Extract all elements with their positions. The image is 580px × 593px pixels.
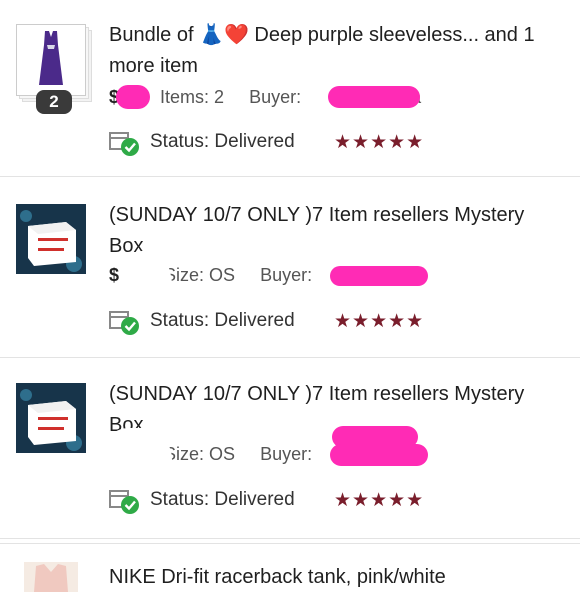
rating-stars: ★★★★★ bbox=[334, 132, 425, 153]
delivered-box-check-icon bbox=[108, 129, 142, 163]
redaction-mark bbox=[116, 85, 150, 109]
size-value: Size: OS bbox=[164, 444, 236, 464]
buyer-label: Buyer: bbox=[249, 87, 302, 107]
item-thumbnail-stack[interactable]: 2 bbox=[16, 24, 92, 114]
items-count: Items: 2 bbox=[160, 87, 225, 107]
tank-top-thumbnail-icon[interactable] bbox=[24, 562, 78, 592]
buyer-label: Buyer: bbox=[260, 265, 313, 285]
item-count-badge: 2 bbox=[36, 90, 72, 114]
status-text: Status: Delivered bbox=[150, 131, 295, 152]
redaction-mark bbox=[330, 266, 428, 286]
order-title[interactable]: (SUNDAY 10/7 ONLY )7 Item resellers Myst… bbox=[109, 379, 549, 441]
order-title[interactable]: NIKE Dri-fit racerback tank, pink/white bbox=[109, 562, 549, 593]
order-card[interactable]: (SUNDAY 10/7 ONLY )7 Item resellers Myst… bbox=[0, 362, 580, 539]
mystery-box-thumbnail-icon[interactable] bbox=[16, 204, 86, 274]
redaction-mark bbox=[330, 444, 428, 466]
buyer-label: Buyer: bbox=[260, 444, 313, 464]
delivered-box-check-icon bbox=[108, 487, 142, 521]
rating-stars: ★★★★★ bbox=[334, 490, 425, 511]
status-text: Status: Delivered bbox=[150, 310, 295, 331]
redaction-mark bbox=[328, 86, 420, 108]
order-title[interactable]: (SUNDAY 10/7 ONLY )7 Item resellers Myst… bbox=[109, 200, 549, 262]
price-value: $ bbox=[109, 265, 120, 285]
dress-thumbnail-icon bbox=[16, 24, 86, 96]
order-card[interactable]: (SUNDAY 10/7 ONLY )7 Item resellers Myst… bbox=[0, 181, 580, 358]
size-value: Size: OS bbox=[164, 265, 236, 285]
status-text: Status: Delivered bbox=[150, 489, 295, 510]
order-card[interactable]: 2 Bundle of 👗❤️ Deep purple sleeveless..… bbox=[0, 0, 580, 177]
rating-stars: ★★★★★ bbox=[334, 311, 425, 332]
delivered-box-check-icon bbox=[108, 308, 142, 342]
mystery-box-thumbnail-icon[interactable] bbox=[16, 383, 86, 453]
order-card[interactable]: NIKE Dri-fit racerback tank, pink/white bbox=[0, 543, 580, 592]
order-title[interactable]: Bundle of 👗❤️ Deep purple sleeveless... … bbox=[109, 20, 549, 82]
